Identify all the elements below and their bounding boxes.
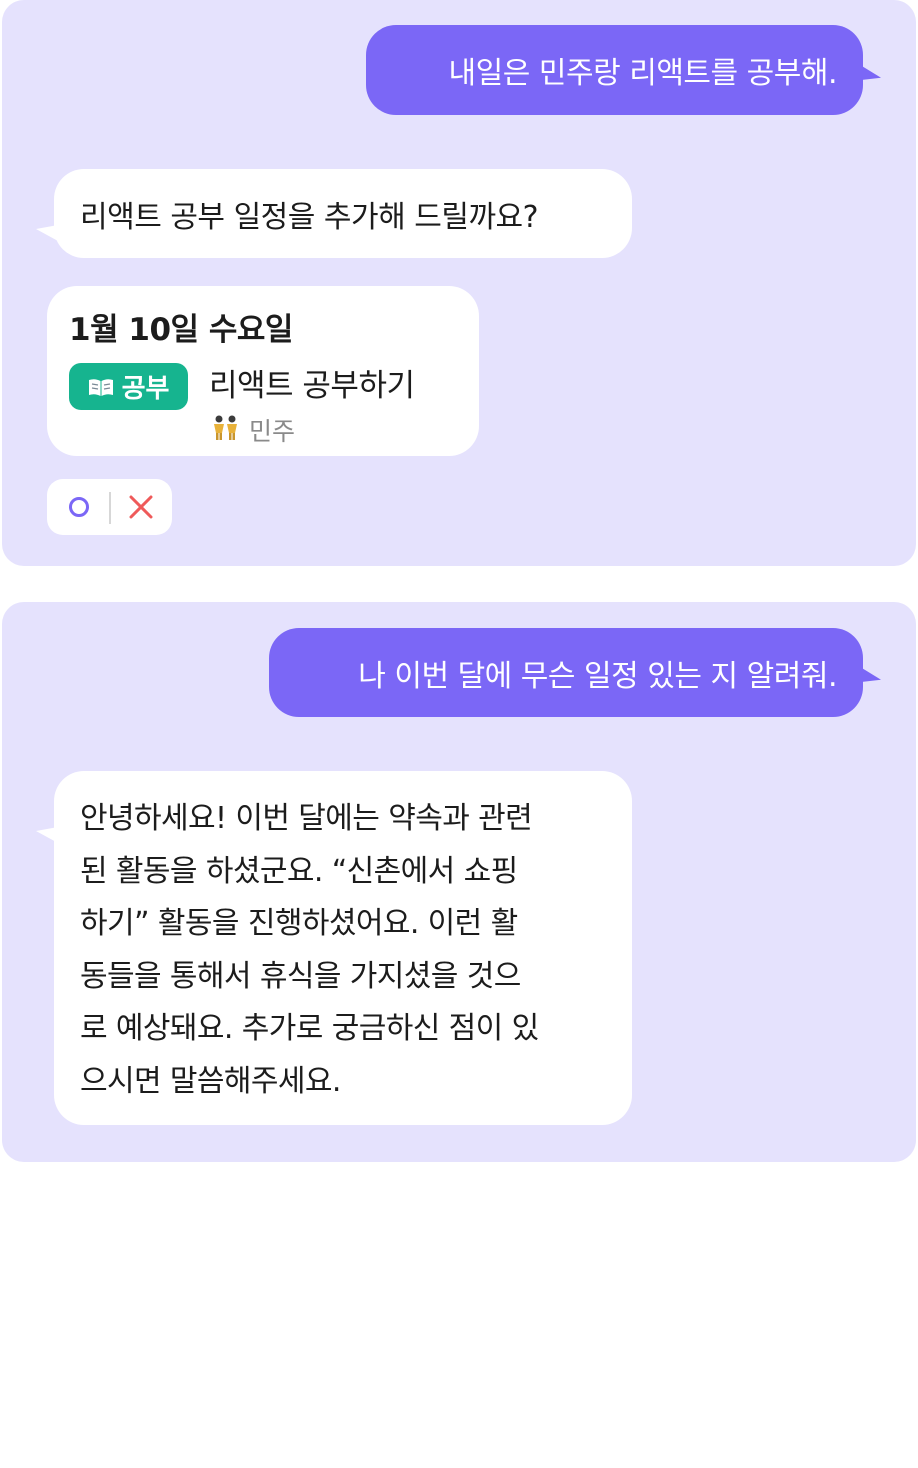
bot-message-line: 하기” 활동을 진행하셨어요. 이런 활 bbox=[80, 906, 518, 941]
user-message-text: 나 이번 달에 무슨 일정 있는 지 알려줘. bbox=[358, 658, 837, 694]
event-card[interactable]: 1월 10일 수요일 공부 리액트 공부하기 민주 bbox=[47, 286, 479, 456]
attendee-name: 민주 bbox=[249, 417, 296, 446]
confirm-action-bar bbox=[47, 479, 172, 535]
x-icon bbox=[129, 495, 153, 519]
user-message-bubble: 나 이번 달에 무슨 일정 있는 지 알려줘. bbox=[269, 628, 863, 717]
reject-button[interactable] bbox=[123, 489, 159, 525]
bot-message-line: 된 활동을 하셨군요. “신촌에서 쇼핑 bbox=[80, 853, 518, 889]
circle-icon bbox=[69, 497, 89, 517]
people-icon bbox=[214, 415, 237, 440]
bot-message-bubble: 리액트 공부 일정을 추가해 드릴까요? bbox=[36, 169, 632, 258]
accept-button[interactable] bbox=[61, 489, 97, 525]
divider bbox=[109, 492, 111, 524]
user-message-text: 내일은 민주랑 리액트를 공부해. bbox=[448, 56, 838, 91]
bot-message-line: 으시면 말씀해주세요. bbox=[80, 1063, 341, 1099]
bot-message-line: 안녕하세요! 이번 달에는 약속과 관련 bbox=[80, 801, 533, 836]
chat-panel-1: 내일은 민주랑 리액트를 공부해. 리액트 공부 일정을 추가해 드릴까요? 1… bbox=[2, 0, 916, 566]
bot-message-text: 리액트 공부 일정을 추가해 드릴까요? bbox=[80, 199, 539, 235]
bot-message-line: 동들을 통해서 휴식을 가지셨을 것으 bbox=[80, 958, 521, 994]
user-message-bubble: 내일은 민주랑 리액트를 공부해. bbox=[366, 25, 863, 115]
book-icon bbox=[88, 378, 113, 396]
category-tag-label: 공부 bbox=[121, 374, 170, 404]
chat-panel-2: 나 이번 달에 무슨 일정 있는 지 알려줘. 안녕하세요! 이번 달에는 약속… bbox=[2, 602, 916, 1162]
event-date: 1월 10일 수요일 bbox=[69, 312, 293, 348]
event-title: 리액트 공부하기 bbox=[209, 368, 415, 404]
bot-message-line: 로 예상돼요. 추가로 궁금하신 점이 있 bbox=[80, 1011, 539, 1046]
bot-message-bubble: 안녕하세요! 이번 달에는 약속과 관련 된 활동을 하셨군요. “신촌에서 쇼… bbox=[36, 771, 632, 1125]
category-tag: 공부 bbox=[69, 363, 188, 410]
